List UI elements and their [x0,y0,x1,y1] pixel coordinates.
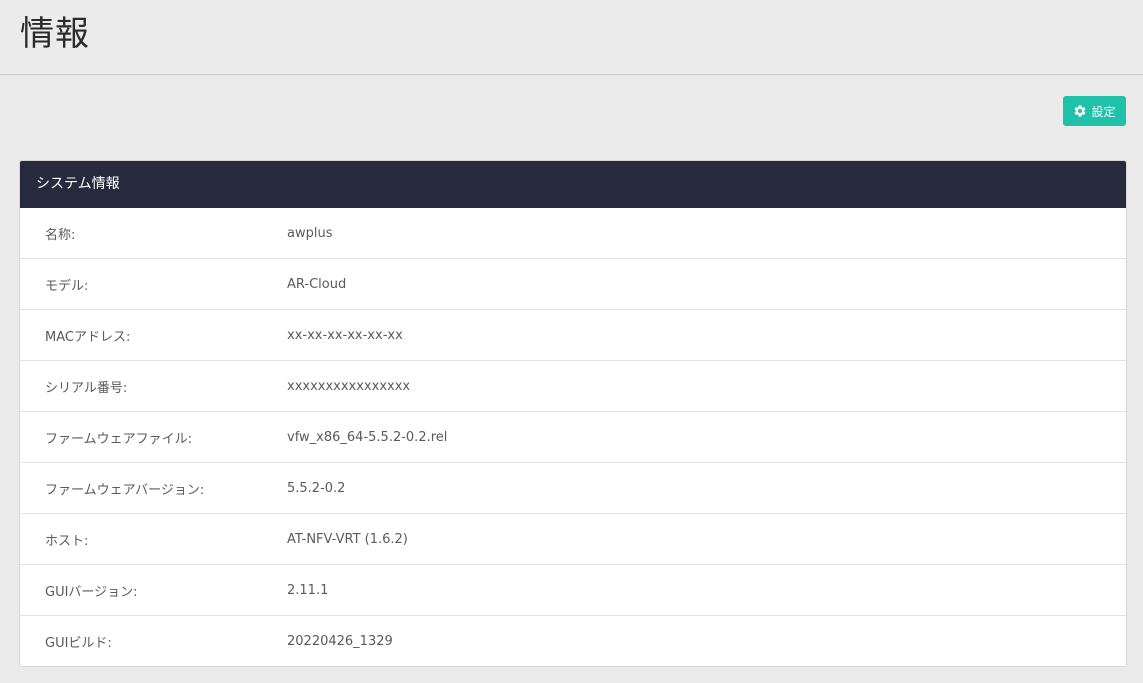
info-value: 2.11.1 [287,582,329,598]
info-label: ホスト: [45,533,89,549]
info-value: 5.5.2-0.2 [287,480,346,496]
settings-button[interactable]: 設定 [1063,96,1126,126]
info-label: GUIバージョン: [45,584,138,600]
info-row-firmware-version: ファームウェアバージョン: 5.5.2-0.2 [20,463,1126,514]
info-label: ファームウェアファイル: [45,431,192,447]
info-row-model: モデル: AR-Cloud [20,259,1126,310]
info-label: GUIビルド: [45,636,112,651]
info-label: シリアル番号: [45,380,128,396]
info-value: AR-Cloud [287,276,347,292]
info-label: MACアドレス: [45,329,131,345]
info-row-host: ホスト: AT-NFV-VRT (1.6.2) [20,514,1126,565]
page-header: 情報 [0,0,1143,75]
info-label: 名称: [45,227,76,243]
info-row-name: 名称: awplus [20,208,1126,259]
gear-icon [1073,104,1087,118]
info-label: ファームウェアバージョン: [45,482,205,498]
info-value: awplus [287,225,333,241]
info-value: xx-xx-xx-xx-xx-xx [287,327,403,343]
page-title: 情報 [20,14,90,54]
info-list: 名称: awplus モデル: AR-Cloud MACアドレス: xx-xx-… [20,208,1126,666]
info-value: xxxxxxxxxxxxxxxx [287,378,411,394]
info-value: 20220426_1329 [287,634,393,649]
info-value: vfw_x86_64-5.5.2-0.2.rel [287,429,448,445]
info-value: AT-NFV-VRT (1.6.2) [287,531,408,547]
info-row-firmware-file: ファームウェアファイル: vfw_x86_64-5.5.2-0.2.rel [20,412,1126,463]
info-row-gui-build: GUIビルド: 20220426_1329 [20,616,1126,666]
info-row-gui-version: GUIバージョン: 2.11.1 [20,565,1126,616]
panel-title: システム情報 [20,161,1126,208]
system-info-panel: システム情報 名称: awplus モデル: AR-Cloud MACアドレス:… [19,160,1127,667]
settings-button-label: 設定 [1091,104,1116,119]
info-label: モデル: [45,278,89,294]
info-row-serial-number: シリアル番号: xxxxxxxxxxxxxxxx [20,361,1126,412]
info-row-mac-address: MACアドレス: xx-xx-xx-xx-xx-xx [20,310,1126,361]
